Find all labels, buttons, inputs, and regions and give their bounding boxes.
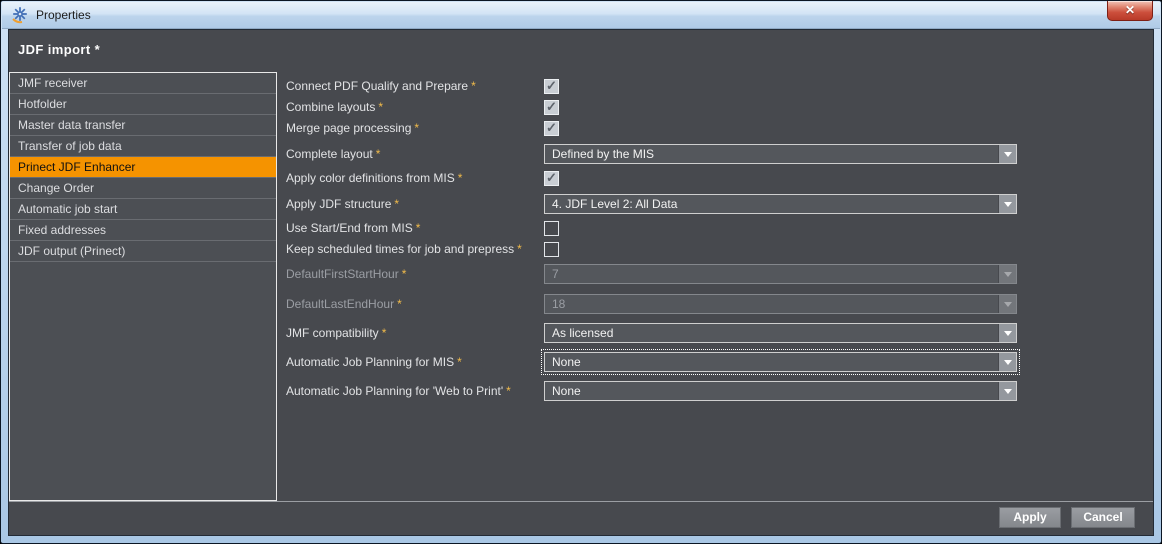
default-last-end-hour-select: 18 — [544, 294, 1017, 314]
select-value: 4. JDF Level 2: All Data — [545, 195, 998, 213]
field-row: Complete layout* Defined by the MIS — [286, 144, 1017, 164]
field-label: DefaultLastEndHour* — [286, 294, 544, 314]
sidebar-item-jdf-output-prinect[interactable]: JDF output (Prinect) — [10, 241, 276, 262]
page-title: JDF import * — [18, 42, 100, 57]
sidebar-item-change-order[interactable]: Change Order — [10, 178, 276, 199]
complete-layout-select[interactable]: Defined by the MIS — [544, 144, 1017, 164]
chevron-down-icon — [998, 265, 1016, 283]
field-label: Merge page processing* — [286, 121, 544, 136]
chevron-down-icon[interactable] — [998, 382, 1016, 400]
field-label: Combine layouts* — [286, 100, 544, 115]
footer-divider — [9, 501, 1153, 502]
sidebar-item-prinect-jdf-enhancer[interactable]: Prinect JDF Enhancer — [10, 157, 276, 178]
chevron-down-icon[interactable] — [998, 324, 1016, 342]
properties-dialog: Properties ✕ JDF import * JMF receiver H… — [0, 0, 1162, 544]
required-asterisk: * — [414, 121, 419, 135]
sidebar-item-hotfolder[interactable]: Hotfolder — [10, 94, 276, 115]
chevron-down-icon — [998, 295, 1016, 313]
required-asterisk: * — [382, 326, 387, 340]
connect-pdf-qualify-checkbox[interactable]: ✓ — [544, 79, 559, 94]
field-label: Apply color definitions from MIS* — [286, 171, 544, 186]
sidebar-item-automatic-job-start[interactable]: Automatic job start — [10, 199, 276, 220]
field-row: Apply color definitions from MIS* ✓ — [286, 171, 1017, 186]
select-value: 18 — [545, 295, 998, 313]
close-icon: ✕ — [1125, 3, 1135, 17]
sidebar-nav: JMF receiver Hotfolder Master data trans… — [9, 72, 277, 501]
chevron-down-icon[interactable] — [998, 195, 1016, 213]
title-bar[interactable]: Properties — [2, 2, 1160, 29]
field-row: Use Start/End from MIS* ✓ — [286, 221, 1017, 236]
app-icon — [11, 6, 29, 24]
field-label: Automatic Job Planning for MIS* — [286, 352, 544, 372]
combine-layouts-checkbox[interactable]: ✓ — [544, 100, 559, 115]
field-row: Connect PDF Qualify and Prepare* ✓ — [286, 79, 1017, 94]
field-row: Apply JDF structure* 4. JDF Level 2: All… — [286, 194, 1017, 214]
check-icon: ✓ — [546, 120, 557, 136]
field-row: Automatic Job Planning for 'Web to Print… — [286, 381, 1017, 401]
required-asterisk: * — [402, 267, 407, 281]
apply-button[interactable]: Apply — [999, 507, 1061, 528]
check-icon: ✓ — [546, 99, 557, 115]
cancel-button[interactable]: Cancel — [1071, 507, 1135, 528]
field-row: JMF compatibility* As licensed — [286, 323, 1017, 343]
merge-page-processing-checkbox[interactable]: ✓ — [544, 121, 559, 136]
field-label: Complete layout* — [286, 144, 544, 164]
sidebar-item-jmf-receiver[interactable]: JMF receiver — [10, 73, 276, 94]
field-label: JMF compatibility* — [286, 323, 544, 343]
select-value: None — [545, 353, 998, 371]
automatic-job-planning-mis-select[interactable]: None — [544, 352, 1017, 372]
required-asterisk: * — [458, 171, 463, 185]
required-asterisk: * — [376, 147, 381, 161]
check-icon: ✓ — [546, 170, 557, 186]
select-value: Defined by the MIS — [545, 145, 998, 163]
field-label: Apply JDF structure* — [286, 194, 544, 214]
field-label: Keep scheduled times for job and prepres… — [286, 242, 544, 257]
sidebar-item-fixed-addresses[interactable]: Fixed addresses — [10, 220, 276, 241]
required-asterisk: * — [471, 79, 476, 93]
chevron-down-icon[interactable] — [998, 145, 1016, 163]
dialog-content: JDF import * JMF receiver Hotfolder Mast… — [8, 29, 1154, 536]
use-start-end-from-mis-checkbox[interactable]: ✓ — [544, 221, 559, 236]
required-asterisk: * — [378, 100, 383, 114]
select-value: None — [545, 382, 998, 400]
field-row: DefaultLastEndHour* 18 — [286, 294, 1017, 314]
close-button[interactable]: ✕ — [1107, 1, 1153, 21]
chevron-down-icon[interactable] — [998, 353, 1016, 371]
required-asterisk: * — [416, 221, 421, 235]
required-asterisk: * — [397, 297, 402, 311]
apply-color-definitions-checkbox[interactable]: ✓ — [544, 171, 559, 186]
field-label: Automatic Job Planning for 'Web to Print… — [286, 381, 544, 401]
window-title: Properties — [36, 8, 91, 22]
field-row: DefaultFirstStartHour* 7 — [286, 264, 1017, 284]
jmf-compatibility-select[interactable]: As licensed — [544, 323, 1017, 343]
select-value: As licensed — [545, 324, 998, 342]
required-asterisk: * — [517, 242, 522, 256]
field-label: Connect PDF Qualify and Prepare* — [286, 79, 544, 94]
required-asterisk: * — [394, 197, 399, 211]
field-row: Keep scheduled times for job and prepres… — [286, 242, 1017, 257]
keep-scheduled-times-checkbox[interactable]: ✓ — [544, 242, 559, 257]
apply-jdf-structure-select[interactable]: 4. JDF Level 2: All Data — [544, 194, 1017, 214]
sidebar-item-master-data-transfer[interactable]: Master data transfer — [10, 115, 276, 136]
required-asterisk: * — [457, 355, 462, 369]
automatic-job-planning-web-to-print-select[interactable]: None — [544, 381, 1017, 401]
default-first-start-hour-select: 7 — [544, 264, 1017, 284]
field-label: DefaultFirstStartHour* — [286, 264, 544, 284]
sidebar-item-transfer-of-job-data[interactable]: Transfer of job data — [10, 136, 276, 157]
select-value: 7 — [545, 265, 998, 283]
field-row: Automatic Job Planning for MIS* None — [286, 352, 1017, 372]
required-asterisk: * — [506, 384, 511, 398]
field-row: Merge page processing* ✓ — [286, 121, 1017, 136]
field-label: Use Start/End from MIS* — [286, 221, 544, 236]
check-icon: ✓ — [546, 78, 557, 94]
field-row: Combine layouts* ✓ — [286, 100, 1017, 115]
